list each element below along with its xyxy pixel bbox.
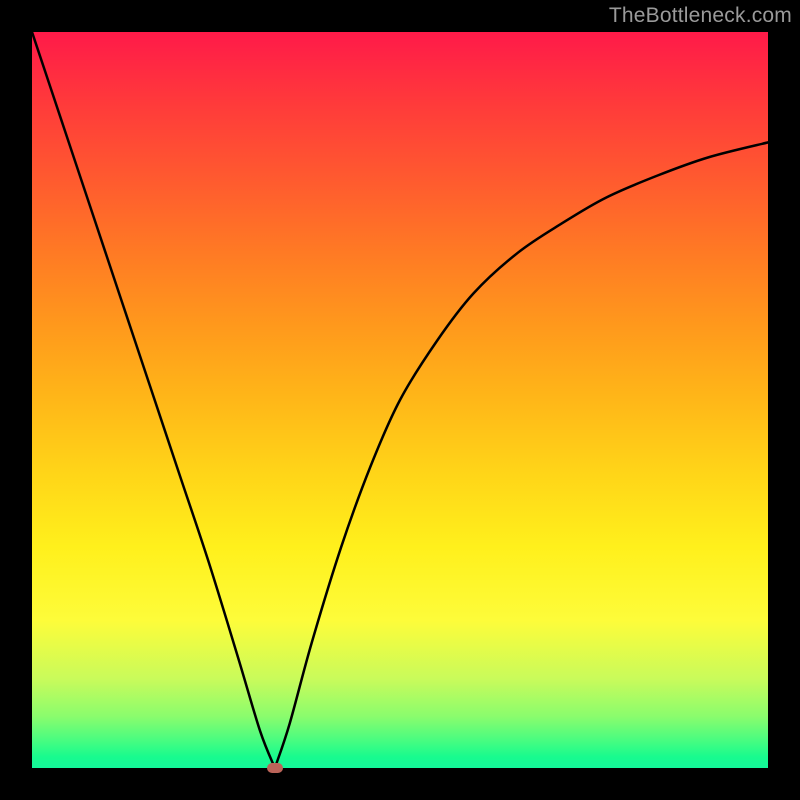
watermark-text: TheBottleneck.com bbox=[609, 4, 792, 28]
chart-frame: TheBottleneck.com bbox=[0, 0, 800, 800]
minimum-marker bbox=[267, 763, 283, 773]
chart-plot-area bbox=[32, 32, 768, 768]
